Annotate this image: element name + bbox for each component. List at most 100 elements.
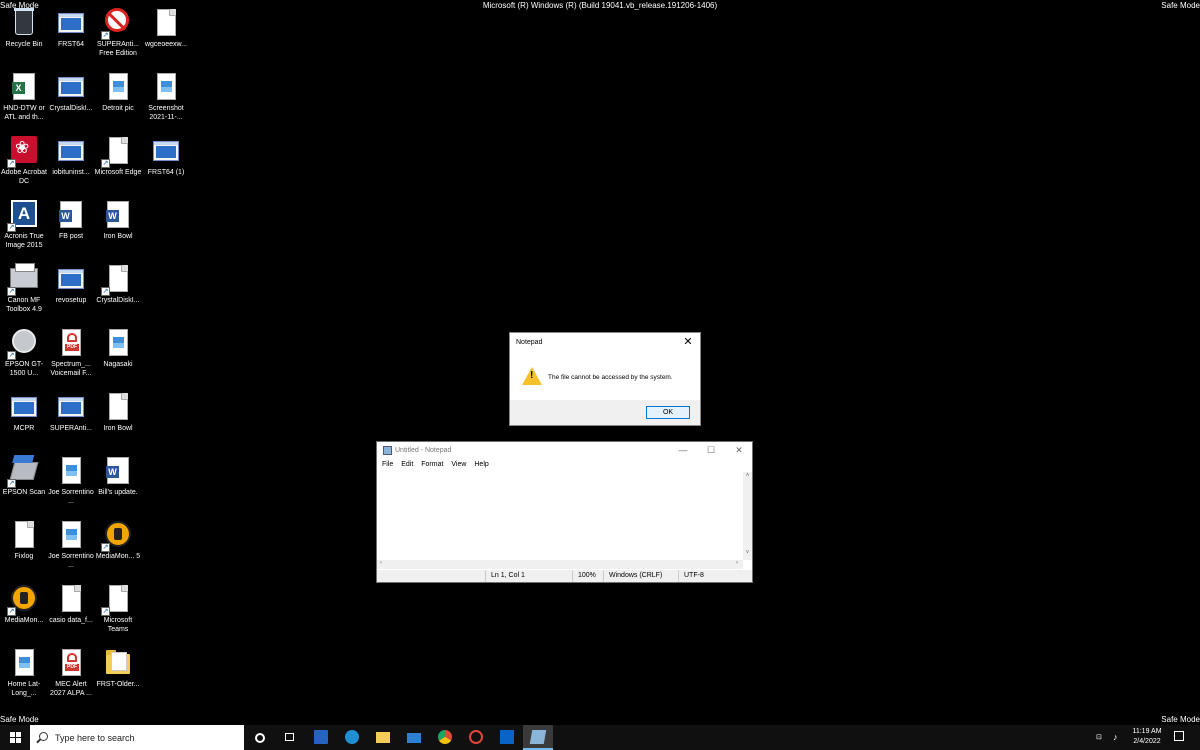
dialog-footer: OK bbox=[510, 400, 700, 425]
desktop-icon-joe-sorrentino-1[interactable]: Joe Sorrentino ... bbox=[47, 452, 95, 514]
desktop-icon-superantispyware[interactable]: SUPERAnti... bbox=[47, 388, 95, 450]
taskbar-mail[interactable] bbox=[399, 725, 429, 750]
desktop-icon-epson-gt1500[interactable]: ↗ EPSON GT-1500 U... bbox=[0, 324, 48, 386]
desktop-icon-detroit-pic[interactable]: Detroit pic bbox=[94, 68, 142, 130]
taskbar-clock[interactable]: 11:19 AM 2/4/2022 bbox=[1128, 727, 1166, 747]
edge-shortcut-icon: ↗ bbox=[101, 136, 133, 168]
notepad-window: Untitled - Notepad — ☐ ✕ File Edit Forma… bbox=[376, 441, 753, 583]
word-file-icon: W bbox=[103, 456, 133, 486]
notepad-titlebar[interactable]: Untitled - Notepad — ☐ ✕ bbox=[377, 442, 752, 459]
desktop-icon-wgceoeexw[interactable]: wgceoeexw... bbox=[142, 4, 190, 66]
clock-time: 11:19 AM bbox=[1132, 728, 1162, 735]
desktop-icon-crystaldiskinfo-shortcut[interactable]: ↗ CrystalDiskI... bbox=[94, 260, 142, 322]
desktop-icon-epson-scan[interactable]: ↗ EPSON Scan bbox=[0, 452, 48, 514]
desktop-icon-hnd-dtw[interactable]: X HND-DTW or ATL and th... bbox=[0, 68, 48, 130]
desktop-icon-recycle-bin[interactable]: Recycle Bin bbox=[0, 4, 48, 66]
desktop-icon-spectrum-voicemail[interactable]: PDF Spectrum_... Voicemail F... bbox=[47, 324, 95, 386]
desktop-icon-microsoft-teams[interactable]: ↗ Microsoft Teams bbox=[94, 580, 142, 642]
dialog-message: The file cannot be accessed by the syste… bbox=[548, 374, 673, 381]
taskbar: Type here to search ⊡ ♪ 11:19 AM 2/4/202… bbox=[0, 725, 1200, 750]
desktop-icon-fixlog[interactable]: Fixlog bbox=[0, 516, 48, 578]
taskbar-notepad-active[interactable] bbox=[523, 725, 553, 750]
notifications-icon[interactable] bbox=[1174, 731, 1184, 741]
taskbar-edge[interactable] bbox=[337, 725, 367, 750]
cortana-button[interactable] bbox=[245, 725, 275, 750]
volume-icon[interactable]: ♪ bbox=[1113, 732, 1118, 742]
notepad-text-area[interactable] bbox=[378, 472, 744, 560]
teams-shortcut-icon: ↗ bbox=[101, 584, 133, 616]
mediamonkey-icon: ↗ bbox=[7, 584, 39, 616]
menu-view[interactable]: View bbox=[451, 461, 466, 468]
menu-help[interactable]: Help bbox=[474, 461, 488, 468]
menu-edit[interactable]: Edit bbox=[401, 461, 413, 468]
acrobat-icon: ↗ bbox=[7, 136, 39, 168]
desktop-icon-iron-bowl-file[interactable]: Iron Bowl bbox=[94, 388, 142, 450]
notepad-title: Untitled - Notepad bbox=[395, 447, 452, 454]
taskbar-outlook[interactable] bbox=[492, 725, 522, 750]
horizontal-scrollbar[interactable]: ‹ › bbox=[377, 560, 743, 569]
desktop-icon-revosetup[interactable]: revosetup bbox=[47, 260, 95, 322]
desktop-icon-mediamonkey-5[interactable]: ↗ MediaMon... 5 bbox=[94, 516, 142, 578]
ok-button[interactable]: OK bbox=[646, 406, 690, 419]
status-cursor-position: Ln 1, Col 1 bbox=[485, 570, 577, 582]
file-icon bbox=[56, 584, 86, 614]
search-box[interactable]: Type here to search bbox=[30, 725, 244, 750]
desktop-icon-joe-sorrentino-2[interactable]: Joe Sorrentino ... bbox=[47, 516, 95, 578]
desktop-icon-fb-post[interactable]: W FB post bbox=[47, 196, 95, 258]
pdf-file-icon: PDF bbox=[56, 328, 86, 358]
app-icon bbox=[469, 730, 483, 744]
status-line-ending: Windows (CRLF) bbox=[603, 570, 683, 582]
taskbar-app[interactable] bbox=[461, 725, 491, 750]
clock-date: 2/4/2022 bbox=[1133, 738, 1161, 745]
scanner-icon: ↗ bbox=[7, 456, 39, 488]
task-view-icon bbox=[285, 733, 294, 741]
maximize-button[interactable]: ☐ bbox=[697, 442, 725, 459]
minimize-button[interactable]: — bbox=[669, 442, 697, 459]
desktop-icon-frst-older[interactable]: FRST-Older... bbox=[94, 644, 142, 706]
desktop-icon-home-lat-long[interactable]: Home Lat-Long_... bbox=[0, 644, 48, 706]
desktop-icon-frst64[interactable]: FRST64 bbox=[47, 4, 95, 66]
desktop-icon-iron-bowl-doc[interactable]: W Iron Bowl bbox=[94, 196, 142, 258]
desktop-icon-crystaldiskinfo[interactable]: CrystalDiskI... bbox=[47, 68, 95, 130]
scroll-up-arrow-icon[interactable]: ˄ bbox=[743, 473, 752, 479]
desktop-icon-mediamonkey[interactable]: ↗ MediaMon... bbox=[0, 580, 48, 642]
notepad-menubar: File Edit Format View Help bbox=[377, 461, 490, 472]
desktop-icon-nagasaki[interactable]: Nagasaki bbox=[94, 324, 142, 386]
menu-format[interactable]: Format bbox=[421, 461, 443, 468]
desktop-icon-acronis[interactable]: A ↗ Acronis True Image 2015 bbox=[0, 196, 48, 258]
acronis-icon: A ↗ bbox=[7, 200, 39, 232]
desktop-icon-mcpr[interactable]: MCPR bbox=[0, 388, 48, 450]
desktop-icon-frst64-1[interactable]: FRST64 (1) bbox=[142, 132, 190, 194]
desktop-icon-iobituninstaller[interactable]: iobituninst... bbox=[47, 132, 95, 194]
desktop-icon-screenshot[interactable]: Screenshot 2021-11-... bbox=[142, 68, 190, 130]
dialog-close-button[interactable]: ✕ bbox=[679, 334, 697, 350]
desktop-icon-microsoft-edge[interactable]: ↗ Microsoft Edge bbox=[94, 132, 142, 194]
menu-file[interactable]: File bbox=[382, 461, 393, 468]
scroll-right-arrow-icon[interactable]: › bbox=[736, 560, 738, 566]
epson-icon: ↗ bbox=[7, 328, 39, 360]
windows-logo-icon bbox=[10, 732, 21, 743]
notepad-app-icon bbox=[383, 446, 392, 455]
printer-icon: ↗ bbox=[7, 263, 39, 296]
taskbar-chrome[interactable] bbox=[430, 725, 460, 750]
desktop-icon-bills-update[interactable]: W Bill's update. bbox=[94, 452, 142, 514]
file-icon: ↗ bbox=[101, 264, 133, 296]
image-file-icon bbox=[103, 72, 133, 102]
text-file-icon bbox=[9, 520, 39, 550]
task-view-button[interactable] bbox=[275, 725, 305, 750]
scroll-left-arrow-icon[interactable]: ‹ bbox=[380, 560, 382, 566]
folder-icon bbox=[103, 648, 133, 678]
desktop-icon-casio-data[interactable]: casio data_f... bbox=[47, 580, 95, 642]
desktop-icon-canon-mf-toolbox[interactable]: ↗ Canon MF Toolbox 4.9 bbox=[0, 260, 48, 322]
desktop-icon-adobe-acrobat[interactable]: ↗ Adobe Acrobat DC bbox=[0, 132, 48, 194]
taskbar-file-explorer[interactable] bbox=[368, 725, 398, 750]
vertical-scrollbar[interactable]: ˄ ˅ bbox=[743, 472, 752, 560]
desktop-icon-mec-alert[interactable]: PDF MEC Alert 2027 ALPA ... bbox=[47, 644, 95, 706]
network-icon[interactable]: ⊡ bbox=[1096, 733, 1102, 741]
desktop-icon-superantispyware-free[interactable]: ↗ SUPERAnti... Free Edition bbox=[94, 4, 142, 66]
taskbar-store[interactable] bbox=[306, 725, 336, 750]
close-button[interactable]: ✕ bbox=[725, 442, 753, 459]
notepad-statusbar: Ln 1, Col 1 100% Windows (CRLF) UTF-8 bbox=[377, 570, 752, 582]
scroll-down-arrow-icon[interactable]: ˅ bbox=[743, 550, 752, 556]
start-button[interactable] bbox=[0, 725, 30, 750]
